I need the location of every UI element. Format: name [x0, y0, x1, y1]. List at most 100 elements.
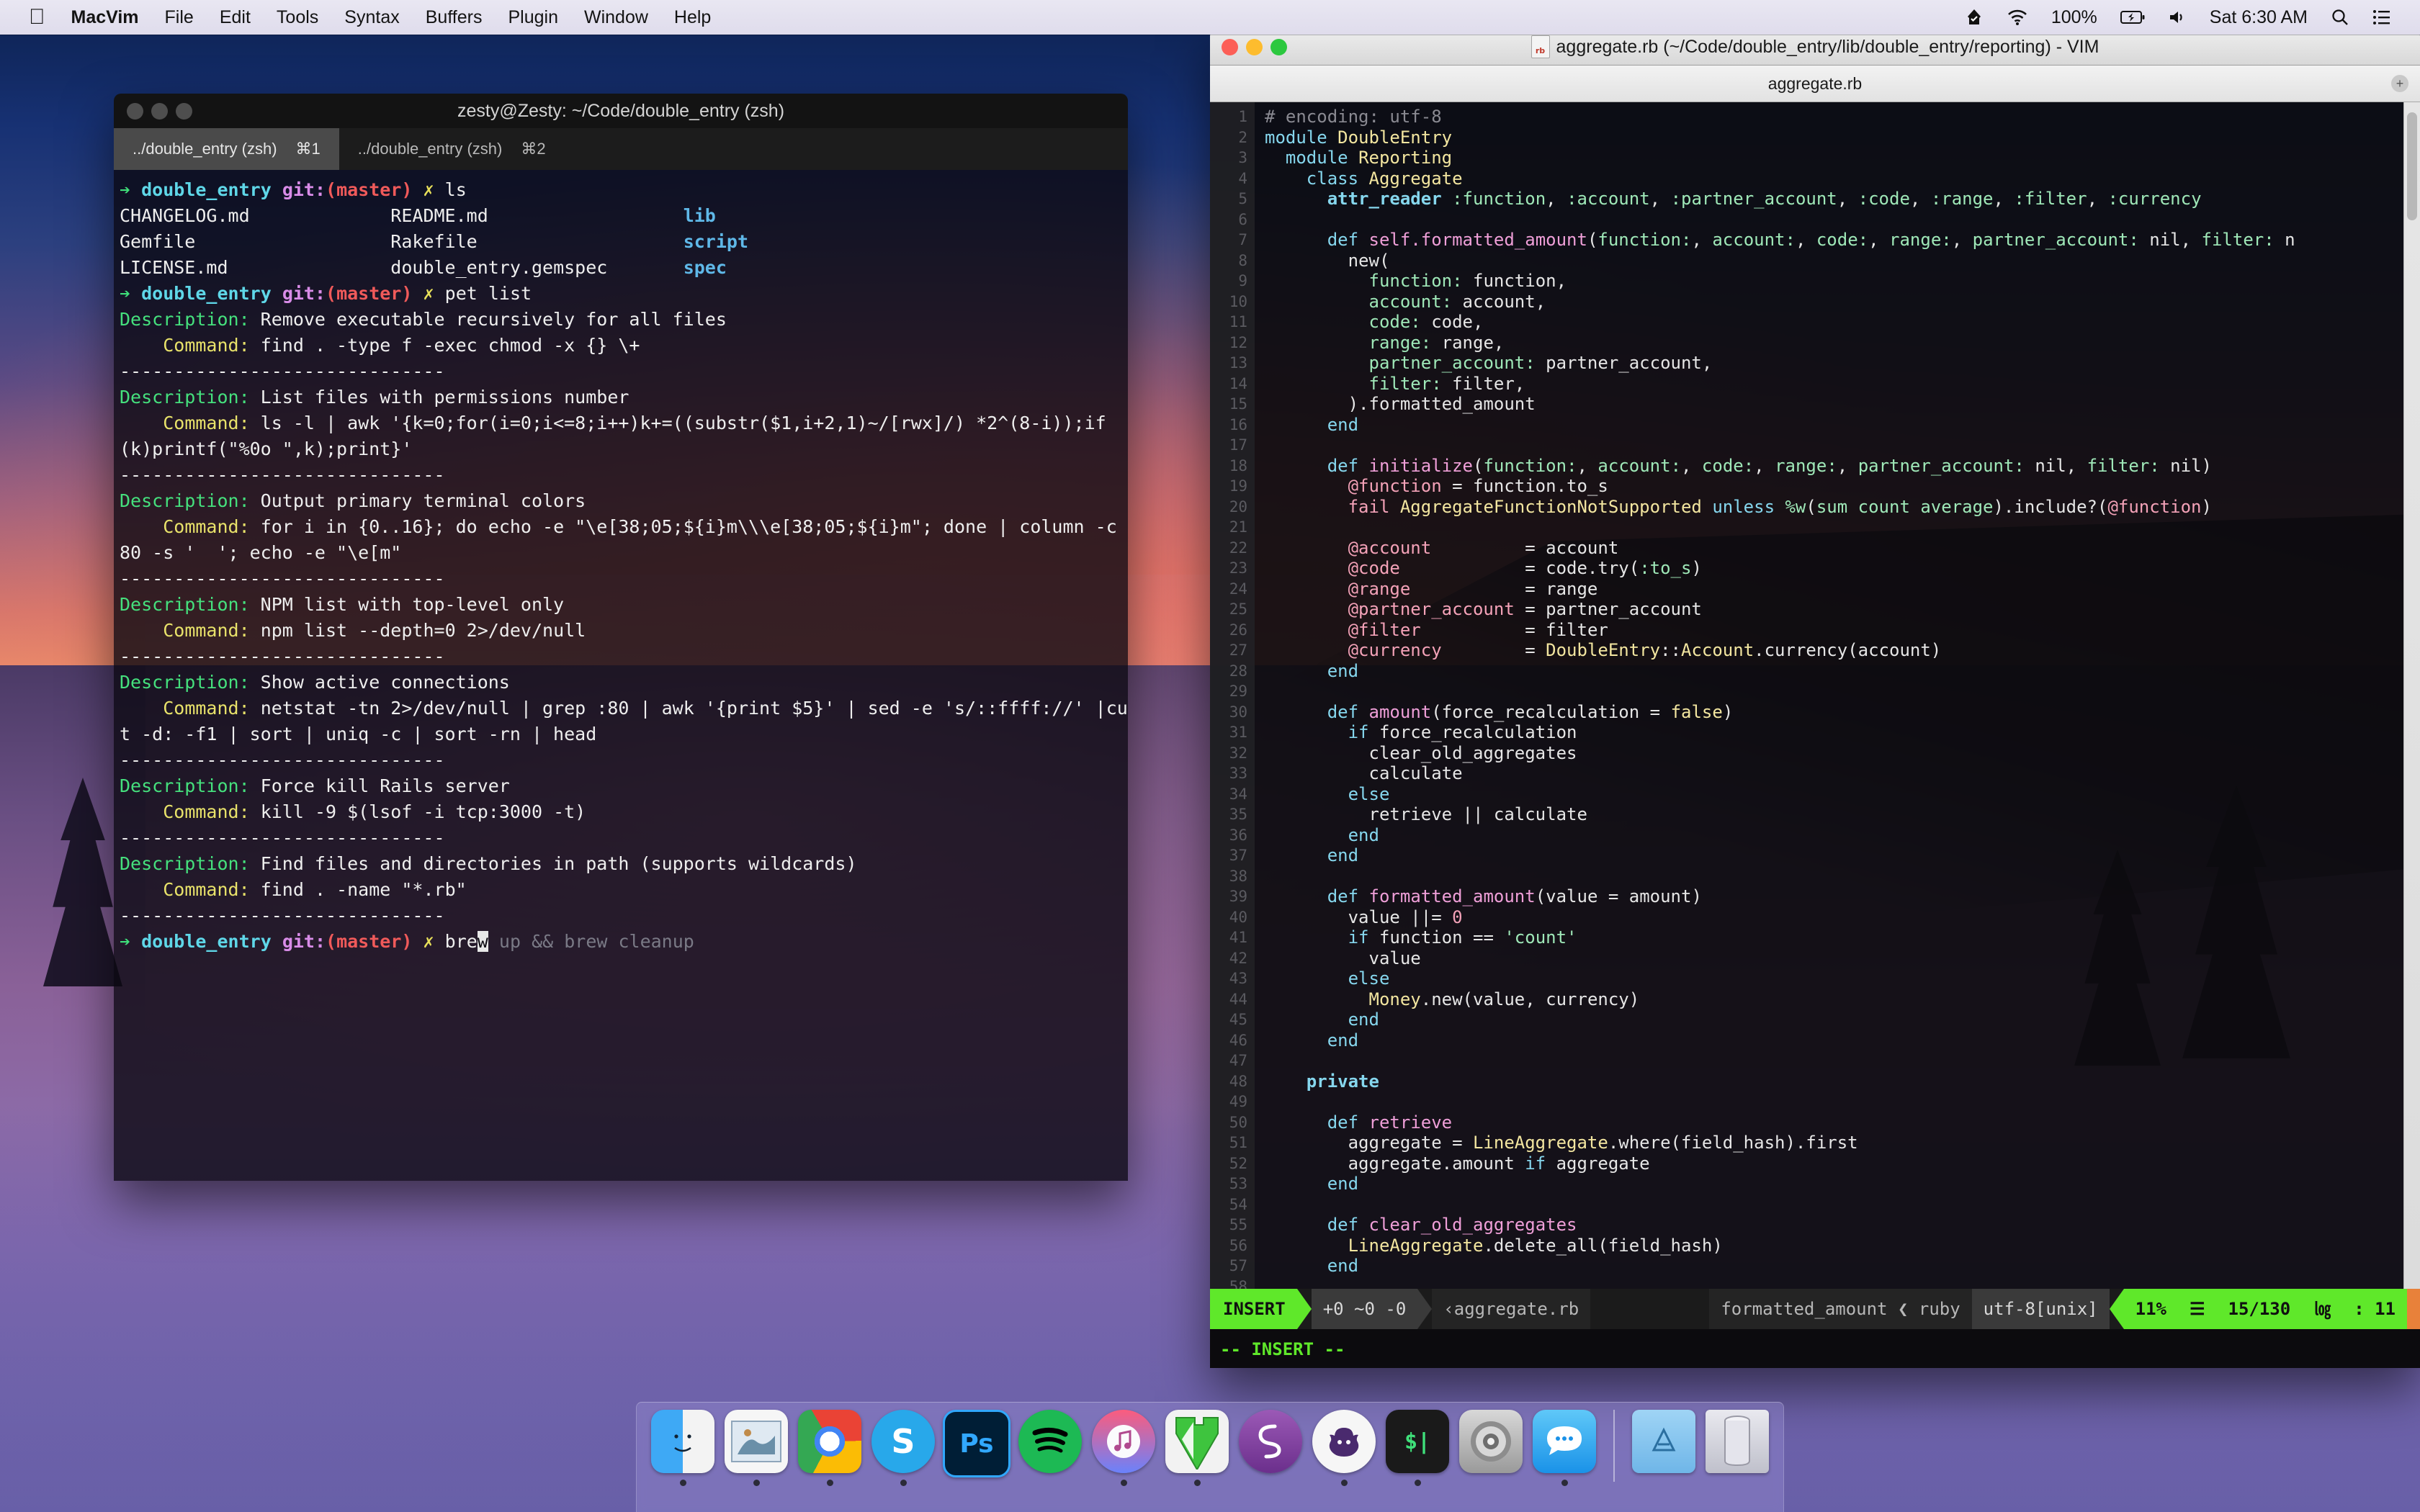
dock-item-emacs[interactable] — [1237, 1410, 1304, 1486]
code-line[interactable]: @partner_account = partner_account — [1265, 599, 2420, 620]
code-line[interactable]: if function == 'count' — [1265, 927, 2420, 948]
photoshop-icon[interactable]: Ps — [943, 1410, 1010, 1477]
code-line[interactable]: end — [1265, 845, 2420, 866]
dock-item-messages[interactable] — [1531, 1410, 1597, 1486]
scrollbar-thumb[interactable] — [2407, 112, 2417, 220]
terminal-tab-bar[interactable]: ../double_entry (zsh) ⌘1 ../double_entry… — [114, 128, 1128, 170]
code-line[interactable]: end — [1265, 1030, 2420, 1051]
code-line[interactable]: class Aggregate — [1265, 168, 2420, 189]
add-tab-button[interactable]: + — [2391, 75, 2408, 92]
code-line[interactable]: fail AggregateFunctionNotSupported unles… — [1265, 497, 2420, 518]
dropbox-icon[interactable] — [1953, 8, 1995, 27]
dock-item-terminal[interactable]: $| — [1384, 1410, 1451, 1486]
code-line[interactable]: @account = account — [1265, 538, 2420, 559]
code-line[interactable] — [1265, 1194, 2420, 1215]
emacs-icon[interactable] — [1239, 1410, 1302, 1473]
clock-label[interactable]: Sat 6:30 AM — [2198, 0, 2319, 35]
code-line[interactable]: account: account, — [1265, 292, 2420, 312]
code-line[interactable]: value — [1265, 948, 2420, 969]
zoom-icon[interactable] — [176, 103, 192, 120]
code-line[interactable]: end — [1265, 1174, 2420, 1194]
menu-item-plugin[interactable]: Plugin — [495, 0, 571, 35]
github-icon[interactable] — [1312, 1410, 1376, 1473]
terminal-current-line[interactable]: ➔ double_entry git:(master) ✗ brew up &&… — [120, 929, 1128, 955]
macvim-window[interactable]: rb aggregate.rb (~/Code/double_entry/lib… — [1210, 29, 2420, 1368]
code-line[interactable]: # encoding: utf-8 — [1265, 107, 2420, 127]
code-line[interactable]: retrieve || calculate — [1265, 804, 2420, 825]
wifi-icon[interactable] — [1995, 9, 2040, 26]
code-line[interactable]: module Reporting — [1265, 148, 2420, 168]
code-line[interactable]: aggregate.amount if aggregate — [1265, 1153, 2420, 1174]
macvim-icon[interactable] — [1165, 1410, 1229, 1473]
code-line[interactable] — [1265, 681, 2420, 702]
code-line[interactable] — [1265, 1050, 2420, 1071]
terminal-tab-1[interactable]: ../double_entry (zsh) ⌘1 — [114, 128, 339, 170]
code-line[interactable]: @currency = DoubleEntry::Account.currenc… — [1265, 640, 2420, 661]
code-line[interactable]: @filter = filter — [1265, 620, 2420, 641]
menu-item-window[interactable]: Window — [571, 0, 661, 35]
dock-item-skype[interactable]: S — [870, 1410, 936, 1486]
terminal-tab-2[interactable]: ../double_entry (zsh) ⌘2 — [339, 128, 565, 170]
menu-item-file[interactable]: File — [152, 0, 207, 35]
dock-item-github[interactable] — [1311, 1410, 1377, 1486]
macvim-tab-aggregate[interactable]: aggregate.rb — [1768, 74, 1862, 94]
code-line[interactable]: def retrieve — [1265, 1112, 2420, 1133]
close-icon[interactable] — [127, 103, 143, 120]
code-line[interactable]: def self.formatted_amount(function:, acc… — [1265, 230, 2420, 251]
code-line[interactable]: def clear_old_aggregates — [1265, 1215, 2420, 1236]
code-line[interactable] — [1265, 1092, 2420, 1112]
terminal-output[interactable]: ➔ double_entry git:(master) ✗ lsCHANGELO… — [114, 170, 1128, 1181]
messages-icon[interactable] — [1533, 1410, 1596, 1473]
code-line[interactable] — [1265, 435, 2420, 456]
spotify-icon[interactable] — [1018, 1410, 1082, 1473]
code-text[interactable]: # encoding: utf-8module DoubleEntry modu… — [1255, 102, 2420, 1289]
dock-item-macvim[interactable] — [1164, 1410, 1230, 1486]
code-line[interactable]: end — [1265, 661, 2420, 682]
code-line[interactable]: clear_old_aggregates — [1265, 743, 2420, 764]
apple-icon[interactable]:  — [16, 0, 58, 35]
minimize-icon[interactable] — [151, 103, 168, 120]
skype-icon[interactable]: S — [871, 1410, 935, 1473]
terminal-title-bar[interactable]: zesty@Zesty: ~/Code/double_entry (zsh) — [114, 94, 1128, 128]
code-line[interactable]: def initialize(function:, account:, code… — [1265, 456, 2420, 477]
folder-icon[interactable] — [1632, 1410, 1695, 1473]
menu-item-help[interactable]: Help — [661, 0, 724, 35]
code-line[interactable]: end — [1265, 415, 2420, 436]
code-line[interactable]: value ||= 0 — [1265, 907, 2420, 928]
code-line[interactable]: if force_recalculation — [1265, 722, 2420, 743]
dock-item-system-preferences[interactable] — [1458, 1410, 1524, 1486]
code-line[interactable]: module DoubleEntry — [1265, 127, 2420, 148]
code-line[interactable] — [1265, 517, 2420, 538]
terminal-window[interactable]: zesty@Zesty: ~/Code/double_entry (zsh) .… — [114, 94, 1128, 1181]
macvim-tab-bar[interactable]: aggregate.rb + — [1210, 66, 2420, 102]
code-line[interactable]: @range = range — [1265, 579, 2420, 600]
gear-icon[interactable] — [1459, 1410, 1523, 1473]
code-line[interactable]: private — [1265, 1071, 2420, 1092]
code-line[interactable]: aggregate = LineAggregate.where(field_ha… — [1265, 1133, 2420, 1153]
terminal-icon[interactable]: $| — [1386, 1410, 1449, 1473]
finder-icon[interactable] — [651, 1410, 714, 1473]
code-line[interactable]: Money.new(value, currency) — [1265, 989, 2420, 1010]
code-line[interactable]: @function = function.to_s — [1265, 476, 2420, 497]
dock[interactable]: SPs $| — [636, 1402, 1784, 1512]
code-line[interactable]: calculate — [1265, 763, 2420, 784]
code-line[interactable] — [1265, 210, 2420, 230]
menu-item-buffers[interactable]: Buffers — [413, 0, 496, 35]
itunes-icon[interactable] — [1092, 1410, 1155, 1473]
code-line[interactable]: else — [1265, 968, 2420, 989]
code-line[interactable]: function: function, — [1265, 271, 2420, 292]
code-line[interactable]: def formatted_amount(value = amount) — [1265, 886, 2420, 907]
zoom-icon[interactable] — [1270, 39, 1287, 55]
code-line[interactable] — [1265, 1277, 2420, 1290]
code-line[interactable]: end — [1265, 1256, 2420, 1277]
dock-item-applications-folder[interactable] — [1631, 1410, 1697, 1486]
code-line[interactable]: ).formatted_amount — [1265, 394, 2420, 415]
macvim-editor[interactable]: 1234567891011121314151617181920212223242… — [1210, 102, 2420, 1368]
macvim-code-view[interactable]: 1234567891011121314151617181920212223242… — [1210, 102, 2420, 1289]
minimize-icon[interactable] — [1246, 39, 1263, 55]
notification-center-icon[interactable] — [2361, 9, 2403, 25]
mail-icon[interactable] — [725, 1410, 788, 1473]
code-line[interactable]: partner_account: partner_account, — [1265, 353, 2420, 374]
code-line[interactable]: end — [1265, 825, 2420, 846]
battery-charging-icon[interactable] — [2109, 10, 2156, 24]
